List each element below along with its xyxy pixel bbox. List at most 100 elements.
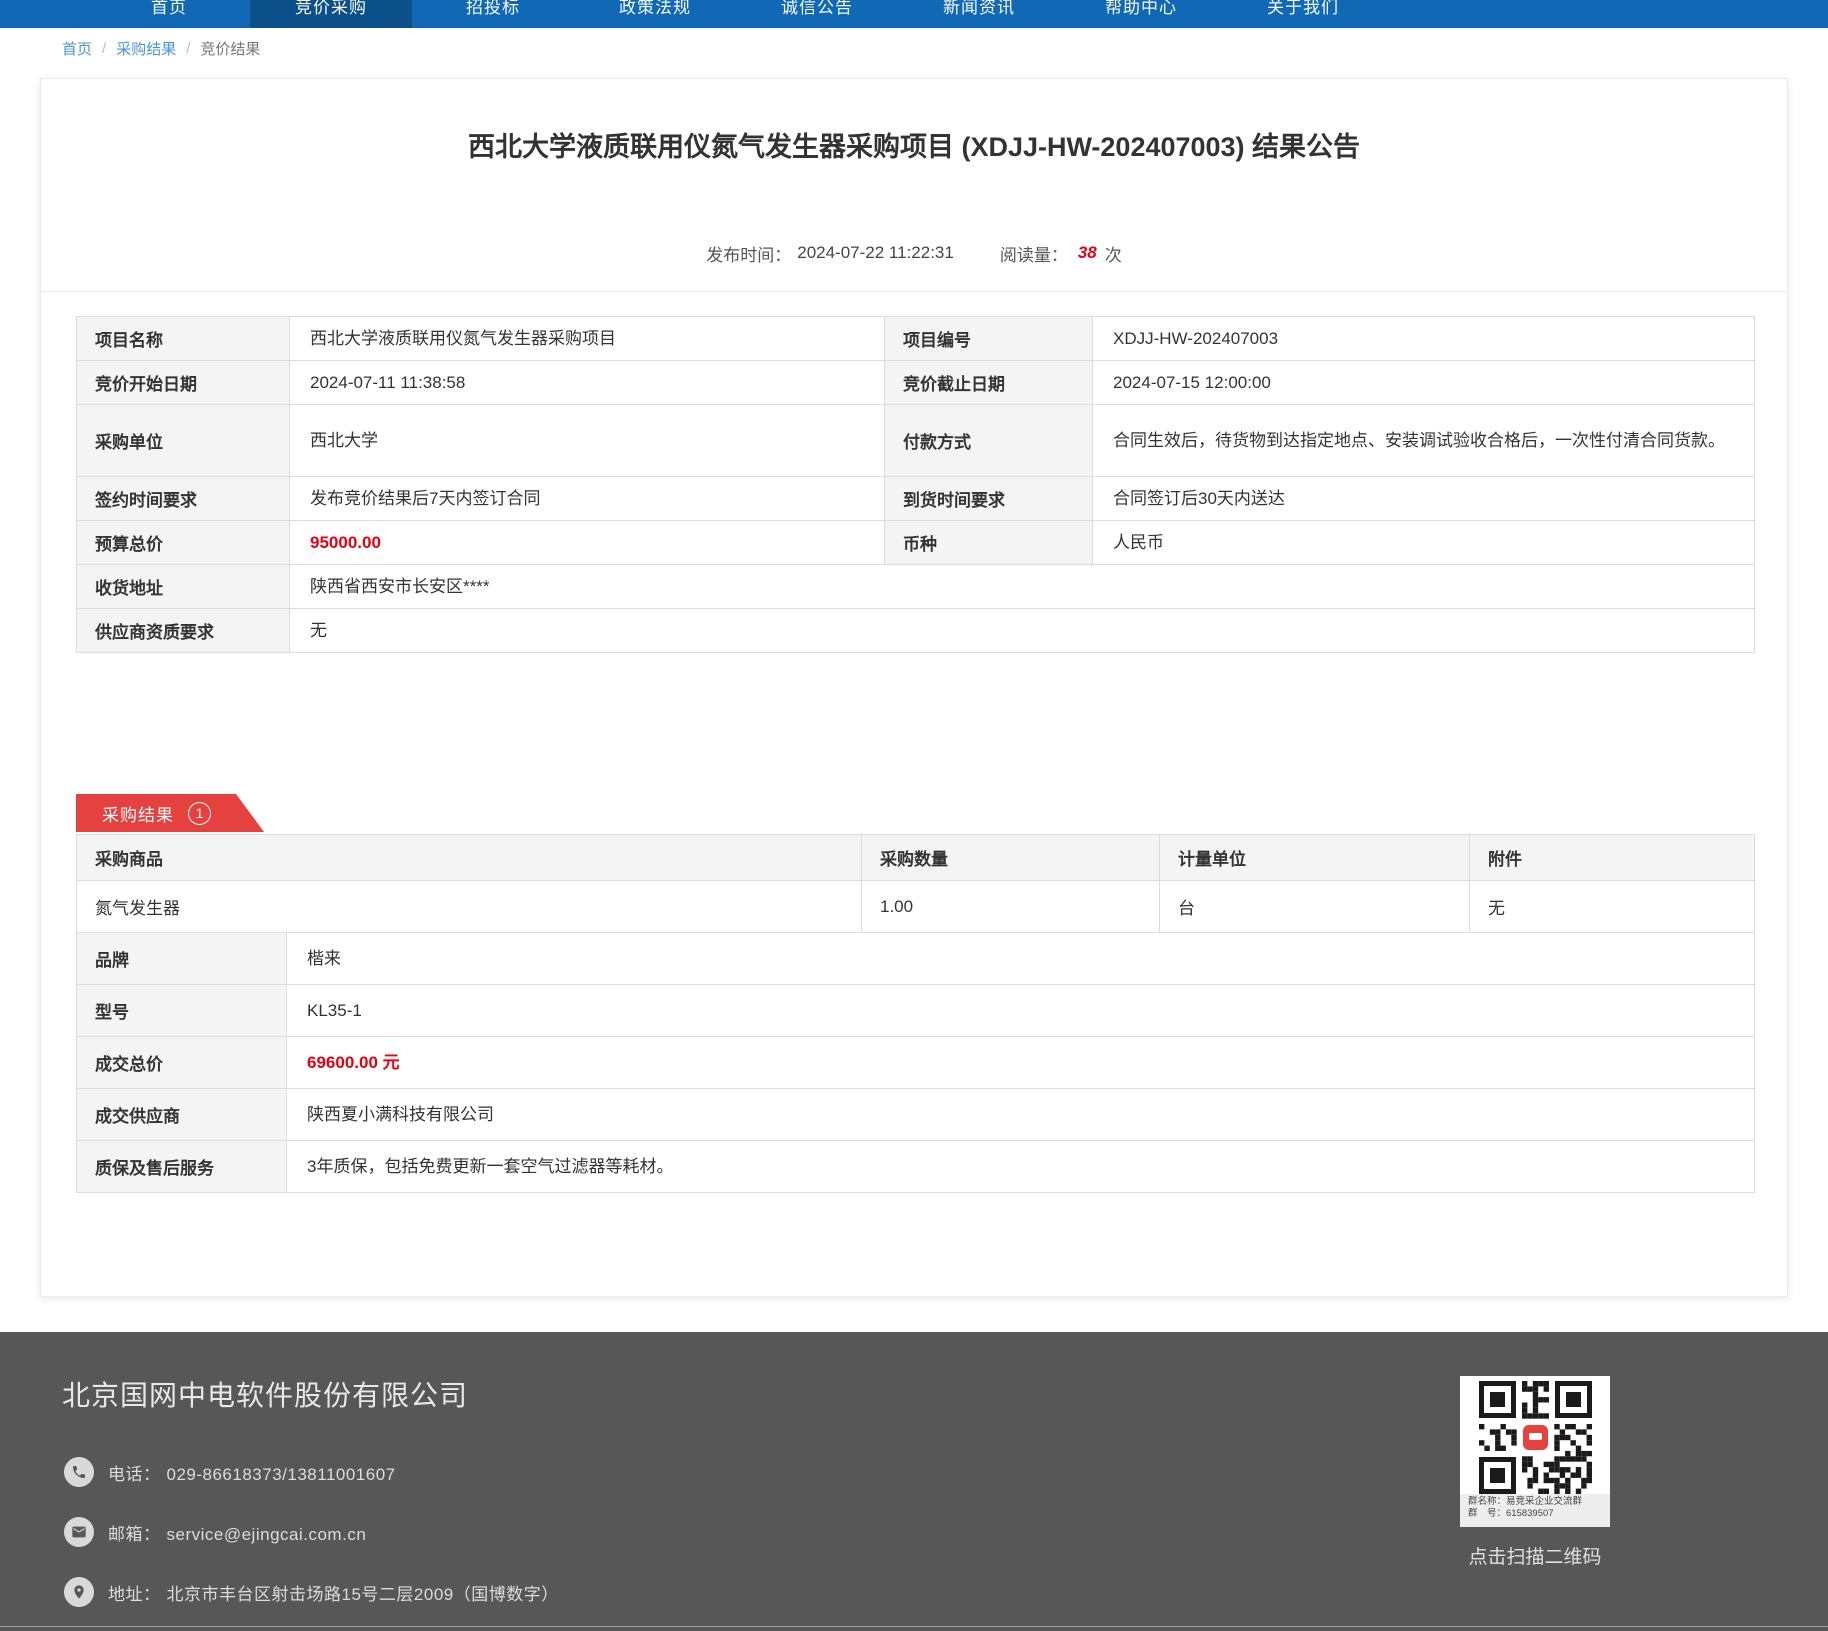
address-value: 北京市丰台区射击场路15号二层2009（国博数字） (167, 1585, 559, 1604)
footer-email-row: 邮箱： service@ejingcai.com.cn (64, 1516, 366, 1548)
table-row: 成交总价 69600.00 元 (77, 1037, 1755, 1089)
info-label-cell: 到货时间要求 (885, 477, 1093, 521)
footer-divider (0, 1626, 1828, 1627)
detail-label-cell: 成交供应商 (77, 1089, 287, 1141)
qr-group-number: 群 号：615839507 (1468, 1508, 1602, 1520)
info-value-cell: 西北大学液质联用仪氮气发生器采购项目 (290, 317, 885, 361)
nav-item-tendering[interactable]: 招投标 (412, 0, 574, 28)
warranty-value: 3年质保，包括免费更新一套空气过滤器等耗材。 (287, 1141, 1755, 1193)
publish-time-value: 2024-07-22 11:22:31 (797, 243, 954, 263)
publish-time-label: 发布时间： (706, 241, 791, 266)
email-value: service@ejingcai.com.cn (167, 1525, 367, 1544)
page: 首页 竞价采购 招投标 政策法规 诚信公告 新闻资讯 帮助中心 关于我们 首页 … (0, 0, 1828, 1631)
nav-items: 首页 竞价采购 招投标 政策法规 诚信公告 新闻资讯 帮助中心 关于我们 (88, 0, 1384, 28)
qr-group-name: 群名称：易竞采企业交流群 (1468, 1496, 1602, 1508)
qr-code[interactable]: 群名称：易竞采企业交流群 群 号：615839507 (1460, 1376, 1610, 1527)
info-value-cell: 无 (290, 609, 1755, 653)
meta-divider (41, 291, 1787, 292)
winning-supplier-value: 陕西夏小满科技有限公司 (287, 1089, 1755, 1141)
location-icon (64, 1577, 94, 1607)
info-label-cell: 项目名称 (77, 317, 290, 361)
table-row: 预算总价 95000.00 币种 人民币 (77, 521, 1755, 565)
views-count: 38 (1078, 243, 1097, 263)
breadcrumb-home-link[interactable]: 首页 (62, 38, 92, 59)
info-label-cell: 预算总价 (77, 521, 290, 565)
model-value: KL35-1 (287, 985, 1755, 1037)
detail-label-cell: 成交总价 (77, 1037, 287, 1089)
footer: 北京国网中电软件股份有限公司 电话：029-86618373/138110016… (0, 1332, 1828, 1631)
mail-icon (64, 1517, 94, 1547)
column-header: 计量单位 (1160, 835, 1470, 881)
table-row: 型号 KL35-1 (77, 985, 1755, 1037)
table-row: 采购单位 西北大学 付款方式 合同生效后，待货物到达指定地点、安装调试验收合格后… (77, 405, 1755, 477)
column-header: 采购数量 (862, 835, 1160, 881)
product-attachment-cell: 无 (1470, 881, 1755, 933)
nav-item-home[interactable]: 首页 (88, 0, 250, 28)
announcement-meta: 发布时间： 2024-07-22 11:22:31 阅读量： 38 次 (41, 239, 1787, 267)
info-label-cell: 签约时间要求 (77, 477, 290, 521)
info-label-cell: 供应商资质要求 (77, 609, 290, 653)
breadcrumb: 首页 / 采购结果 / 竞价结果 (62, 38, 260, 59)
info-label-cell: 采购单位 (77, 405, 290, 477)
breadcrumb-separator: / (102, 40, 106, 57)
brand-value: 楷来 (287, 933, 1755, 985)
info-label-cell: 竞价截止日期 (885, 361, 1093, 405)
breadcrumb-separator: / (186, 40, 190, 57)
qr-code-image (1479, 1381, 1592, 1494)
info-value-cell: 陕西省西安市长安区**** (290, 565, 1755, 609)
table-row: 成交供应商 陕西夏小满科技有限公司 (77, 1089, 1755, 1141)
info-label-cell: 币种 (885, 521, 1093, 565)
info-label-cell: 竞价开始日期 (77, 361, 290, 405)
product-unit-cell: 台 (1160, 881, 1470, 933)
announcement-title: 西北大学液质联用仪氮气发生器采购项目 (XDJJ-HW-202407003) 结… (41, 129, 1787, 165)
column-header: 附件 (1470, 835, 1755, 881)
product-name-cell: 氮气发生器 (77, 881, 862, 933)
detail-label-cell: 质保及售后服务 (77, 1141, 287, 1193)
info-value-cell: XDJJ-HW-202407003 (1093, 317, 1755, 361)
breadcrumb-section-link[interactable]: 采购结果 (116, 38, 176, 59)
project-info-table: 项目名称 西北大学液质联用仪氮气发生器采购项目 项目编号 XDJJ-HW-202… (76, 316, 1755, 653)
purchase-result-badge: 采购结果 1 (76, 794, 264, 832)
table-row: 供应商资质要求 无 (77, 609, 1755, 653)
info-value-cell: 发布竞价结果后7天内签订合同 (290, 477, 885, 521)
column-header: 采购商品 (77, 835, 862, 881)
qr-scan-hint: 点击扫描二维码 (1435, 1542, 1635, 1569)
table-row: 签约时间要求 发布竞价结果后7天内签订合同 到货时间要求 合同签订后30天内送达 (77, 477, 1755, 521)
breadcrumb-current: 竞价结果 (200, 38, 260, 59)
info-value-cell: 2024-07-11 11:38:58 (290, 361, 885, 405)
table-header-row: 采购商品 采购数量 计量单位 附件 (77, 835, 1755, 881)
table-row: 氮气发生器 1.00 台 无 (77, 881, 1755, 933)
footer-company-name: 北京国网中电软件股份有限公司 (62, 1374, 468, 1414)
nav-item-policies[interactable]: 政策法规 (574, 0, 736, 28)
table-row: 收货地址 陕西省西安市长安区**** (77, 565, 1755, 609)
badge-label: 采购结果 (102, 801, 174, 826)
final-price-value: 69600.00 元 (287, 1037, 1755, 1089)
detail-label-cell: 型号 (77, 985, 287, 1037)
views-label: 阅读量： (1000, 241, 1068, 266)
footer-address-row: 地址：北京市丰台区射击场路15号二层2009（国博数字） (64, 1576, 559, 1608)
budget-total-value: 95000.00 (290, 521, 885, 565)
email-label: 邮箱： (108, 1525, 161, 1544)
product-qty-cell: 1.00 (862, 881, 1160, 933)
nav-item-help-center[interactable]: 帮助中心 (1060, 0, 1222, 28)
info-value-cell: 2024-07-15 12:00:00 (1093, 361, 1755, 405)
product-table: 采购商品 采购数量 计量单位 附件 氮气发生器 1.00 台 无 (76, 834, 1755, 933)
table-row: 项目名称 西北大学液质联用仪氮气发生器采购项目 项目编号 XDJJ-HW-202… (77, 317, 1755, 361)
result-detail-table: 品牌 楷来 型号 KL35-1 成交总价 69600.00 元 成交供应商 陕西… (76, 932, 1755, 1193)
phone-value: 029-86618373/13811001607 (167, 1465, 396, 1484)
nav-item-bidding-purchase[interactable]: 竞价采购 (250, 0, 412, 28)
nav-item-news[interactable]: 新闻资讯 (898, 0, 1060, 28)
info-label-cell: 付款方式 (885, 405, 1093, 477)
nav-item-integrity-notice[interactable]: 诚信公告 (736, 0, 898, 28)
table-row: 品牌 楷来 (77, 933, 1755, 985)
detail-label-cell: 品牌 (77, 933, 287, 985)
footer-phone-row: 电话：029-86618373/13811001607 (64, 1456, 396, 1488)
qr-caption: 群名称：易竞采企业交流群 群 号：615839507 (1460, 1494, 1610, 1527)
views-unit: 次 (1105, 241, 1122, 266)
table-row: 竞价开始日期 2024-07-11 11:38:58 竞价截止日期 2024-0… (77, 361, 1755, 405)
info-value-cell: 合同签订后30天内送达 (1093, 477, 1755, 521)
nav-item-about-us[interactable]: 关于我们 (1222, 0, 1384, 28)
phone-icon (64, 1457, 94, 1487)
announcement-card: 西北大学液质联用仪氮气发生器采购项目 (XDJJ-HW-202407003) 结… (40, 78, 1788, 1297)
badge-count: 1 (188, 802, 211, 825)
